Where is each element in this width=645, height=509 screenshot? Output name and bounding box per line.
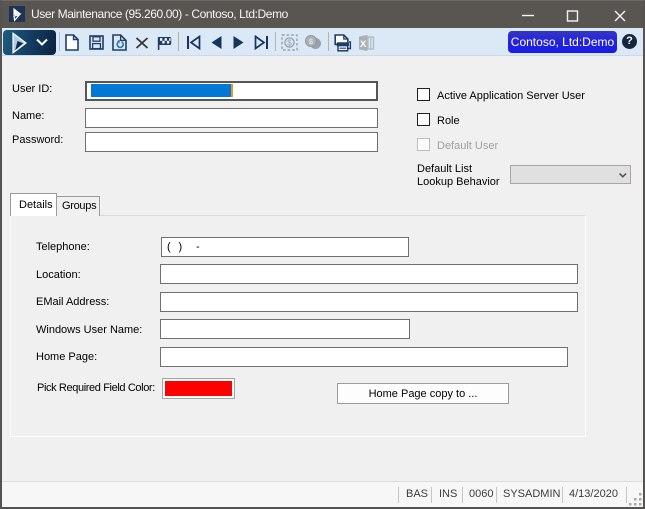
svg-text:$: $ xyxy=(287,38,292,47)
svg-text:X: X xyxy=(360,39,367,50)
